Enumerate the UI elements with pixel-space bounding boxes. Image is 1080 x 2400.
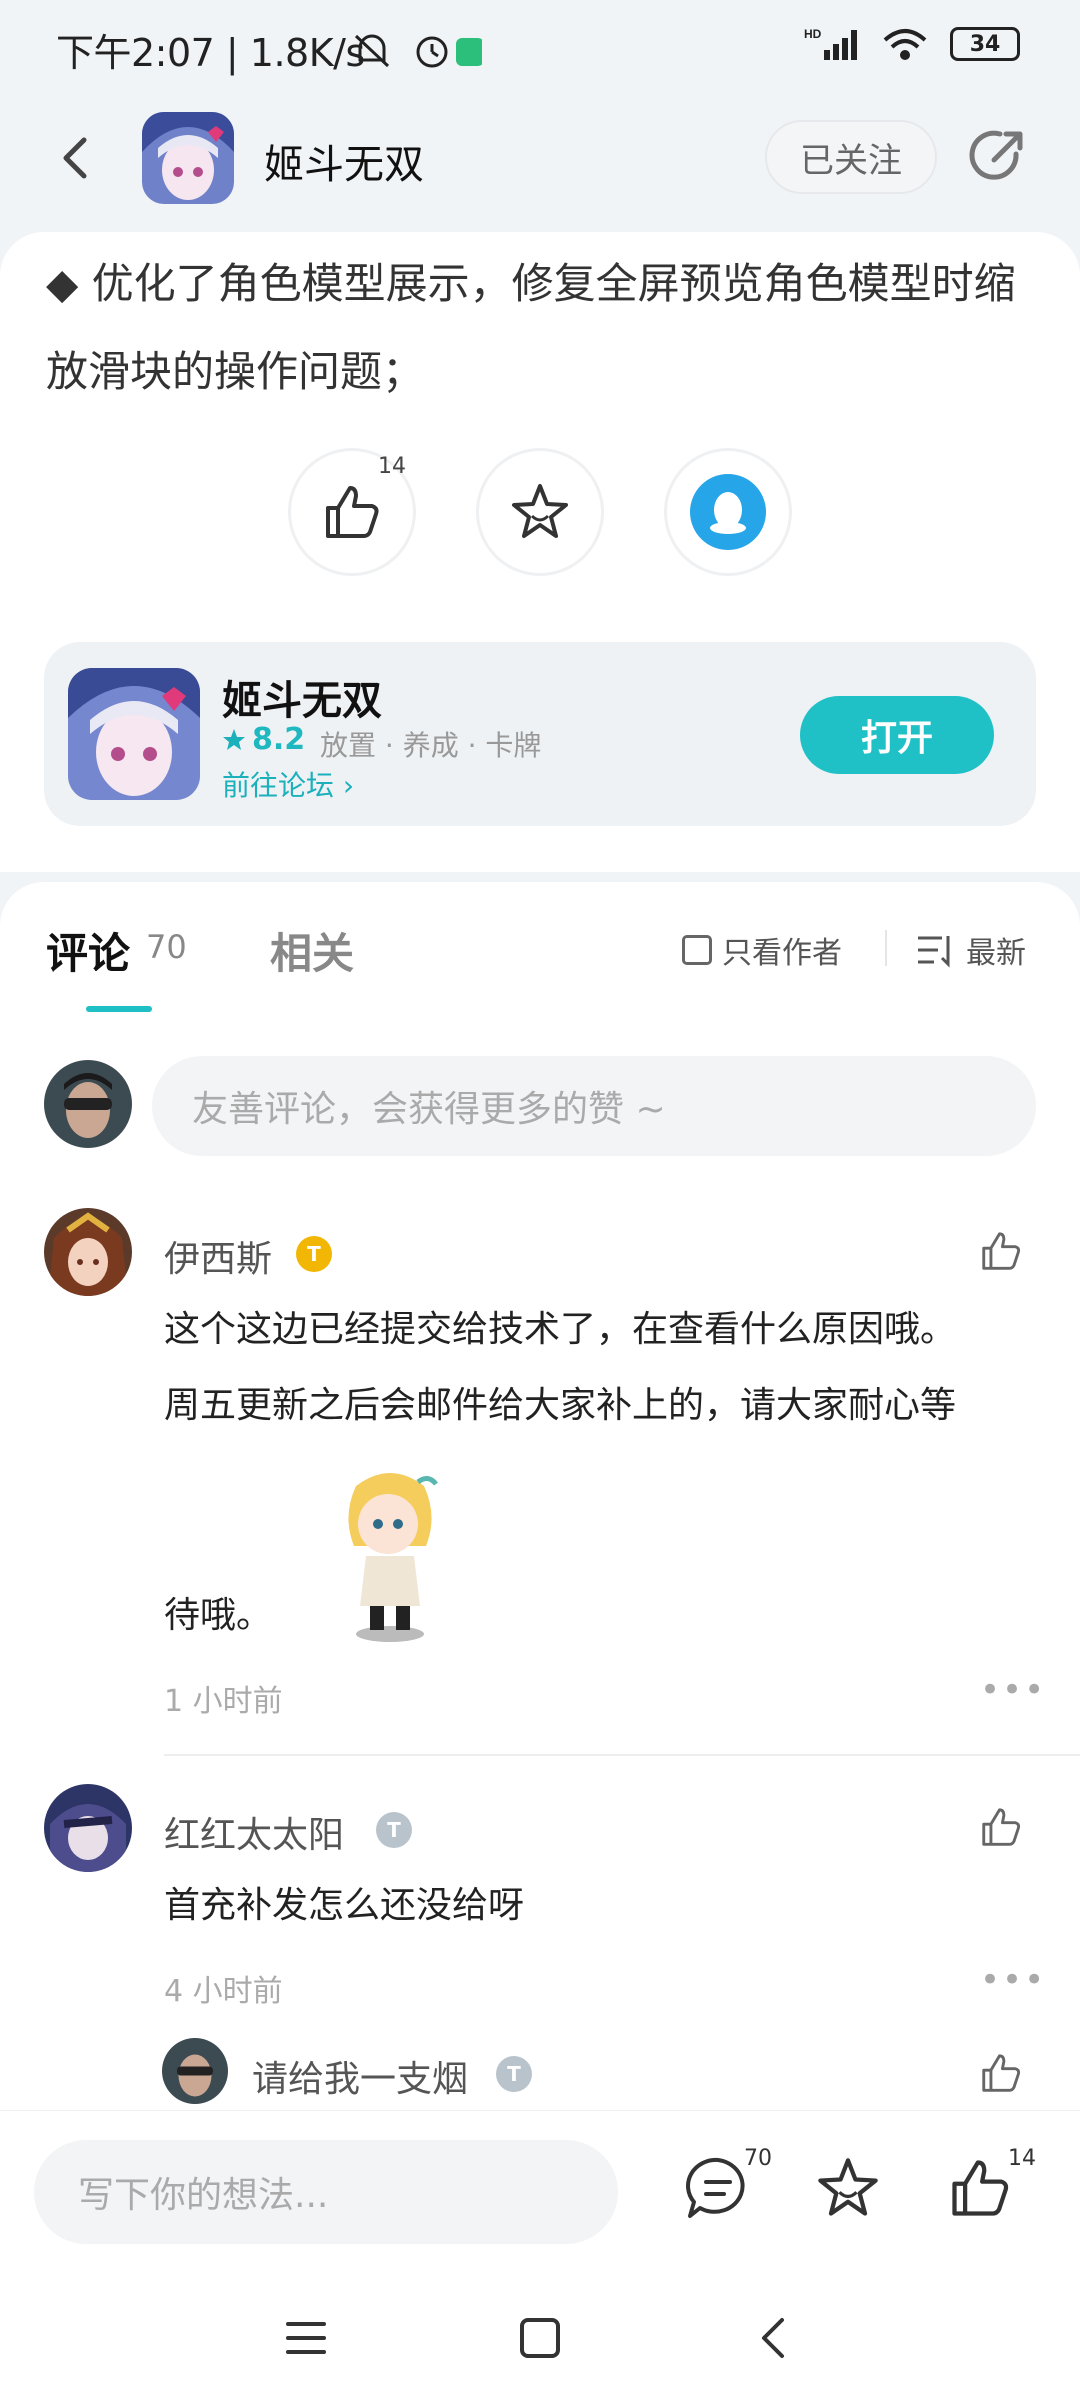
- status-notification-icons: [354, 34, 482, 68]
- status-bar: 下午2:07 | 1.8K/s HD 34: [0, 0, 1080, 100]
- game-card[interactable]: 姬斗无双 8.2 放置 · 养成 · 卡牌 前往论坛 › 打开: [44, 642, 1036, 826]
- author-only-checkbox[interactable]: [682, 935, 712, 965]
- status-time-speed: 下午2:07 | 1.8K/s: [56, 31, 365, 75]
- page-title: 姬斗无双: [264, 142, 424, 188]
- system-back-icon[interactable]: [752, 2316, 796, 2360]
- wifi-icon: [883, 29, 927, 60]
- home-icon[interactable]: [518, 2316, 562, 2360]
- comment-like-icon[interactable]: [978, 1804, 1024, 1850]
- bottom-thumbs-up-icon[interactable]: [946, 2154, 1014, 2222]
- bottom-like-count: 14: [1008, 2146, 1036, 2171]
- level-badge-icon: T: [496, 2056, 532, 2092]
- status-system-icons: HD 34: [804, 26, 1020, 62]
- more-options-icon[interactable]: •••: [980, 1960, 1046, 2000]
- comment-time: 1 小时前: [164, 1684, 283, 1719]
- article-text: ◆ 优化了角色模型展示，修复全屏预览角色模型时缩放滑块的操作问题；: [46, 259, 1016, 396]
- game-rating: 8.2: [222, 722, 305, 757]
- game-name: 姬斗无双: [222, 678, 382, 724]
- battery-indicator: 34: [950, 27, 1020, 61]
- reply-like-icon[interactable]: [978, 2050, 1024, 2096]
- qq-icon: [690, 474, 766, 550]
- level-badge-icon: T: [296, 1236, 332, 1272]
- comment-text: 首充补发怎么还没给呀: [164, 1885, 525, 1926]
- svg-text:HD: HD: [804, 27, 822, 41]
- signal-icon: HD: [804, 27, 857, 60]
- divider: [885, 930, 887, 966]
- system-nav-bar: [0, 2280, 1080, 2400]
- tab-related[interactable]: 相关: [270, 920, 354, 981]
- commenter-name[interactable]: 红红太太阳: [164, 1806, 344, 1858]
- comment-text: 周五更新之后会邮件给大家补上的，请大家耐心等: [164, 1385, 957, 1426]
- menu-icon[interactable]: [284, 2316, 328, 2360]
- back-icon[interactable]: [48, 128, 108, 188]
- sort-label: 最新: [966, 936, 1026, 971]
- game-tags: 放置 · 养成 · 卡牌: [320, 729, 542, 762]
- favorite-button[interactable]: [476, 448, 604, 576]
- follow-button[interactable]: 已关注: [765, 120, 937, 194]
- comment-divider: [164, 1754, 1080, 1756]
- comments-count: 70: [146, 928, 187, 966]
- sticker-image: [330, 1466, 450, 1642]
- bottom-comment-input[interactable]: 写下你的想法...: [34, 2140, 618, 2244]
- top-header: 姬斗无双 已关注: [0, 100, 1080, 230]
- commenter-avatar[interactable]: [44, 1784, 132, 1872]
- level-badge-icon: T: [376, 1812, 412, 1848]
- favorite-star-icon[interactable]: [814, 2154, 882, 2222]
- comment-input[interactable]: 友善评论，会获得更多的赞 ~: [152, 1056, 1036, 1156]
- rating-star-icon: [223, 728, 245, 750]
- comment-like-icon[interactable]: [978, 1228, 1024, 1274]
- author-only-toggle[interactable]: 只看作者: [682, 928, 842, 972]
- reply-avatar[interactable]: [162, 2038, 228, 2104]
- more-options-icon[interactable]: •••: [980, 1670, 1046, 1710]
- rating-value: 8.2: [252, 722, 306, 757]
- share-qq-button[interactable]: [664, 448, 792, 576]
- my-avatar[interactable]: [44, 1060, 132, 1148]
- chevron-right-icon: ›: [342, 769, 355, 802]
- bottom-comment-count: 70: [744, 2146, 772, 2171]
- comment-text: 这个这边已经提交给技术了，在查看什么原因哦。: [164, 1309, 957, 1350]
- tab-indicator: [86, 1006, 152, 1012]
- commenter-name[interactable]: 伊西斯: [164, 1230, 272, 1282]
- author-only-label: 只看作者: [722, 936, 842, 971]
- share-icon[interactable]: [966, 124, 1030, 188]
- game-icon[interactable]: [68, 668, 200, 800]
- game-avatar[interactable]: [142, 112, 234, 204]
- forum-link[interactable]: 前往论坛 ›: [222, 764, 354, 804]
- open-game-button[interactable]: 打开: [800, 696, 994, 774]
- sort-button[interactable]: 最新: [916, 928, 1026, 972]
- tab-comments[interactable]: 评论: [46, 920, 130, 981]
- reply-name[interactable]: 请给我一支烟: [252, 2050, 468, 2102]
- thumbs-up-icon: [326, 486, 379, 538]
- comment-icon[interactable]: [684, 2154, 752, 2222]
- article-like-count: 14: [378, 454, 406, 479]
- commenter-avatar[interactable]: [44, 1208, 132, 1296]
- comment-time: 4 小时前: [164, 1974, 283, 2009]
- star-icon: [512, 484, 568, 538]
- comment-text: 待哦。: [164, 1595, 273, 1636]
- sort-icon: [918, 936, 950, 968]
- forum-link-label: 前往论坛: [222, 769, 335, 802]
